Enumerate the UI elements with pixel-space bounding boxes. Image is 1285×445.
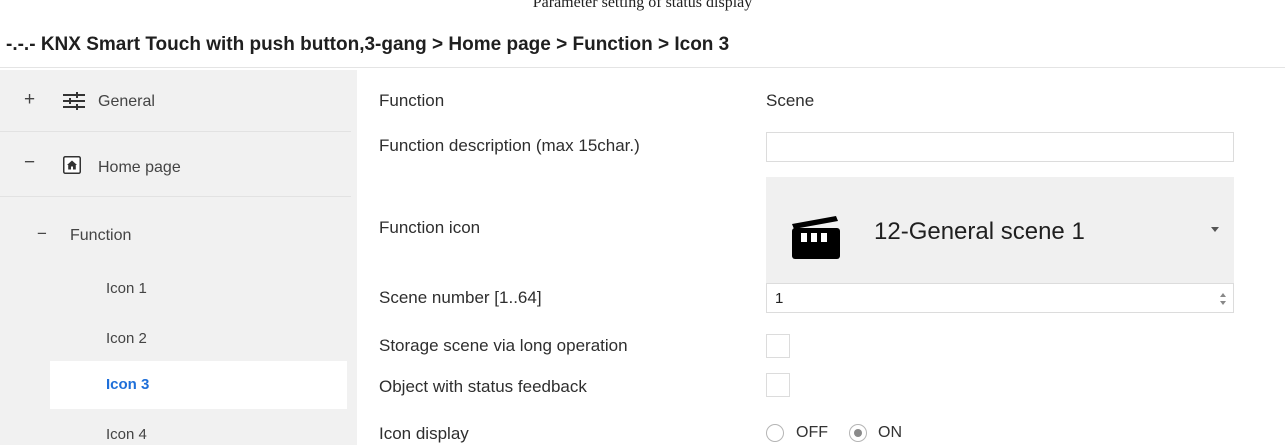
sidebar-item-label: General (98, 93, 155, 110)
sidebar-item-label: Function (70, 227, 132, 244)
status-feedback-checkbox[interactable] (766, 373, 790, 397)
sidebar-item-icon-1[interactable]: Icon 1 (0, 266, 351, 312)
function-icon-dropdown[interactable]: 12-General scene 1 (766, 177, 1234, 294)
radio-off[interactable] (766, 424, 784, 442)
sliders-icon (63, 92, 85, 115)
function-icon-label: Function icon (379, 218, 481, 237)
sidebar-item-icon-2[interactable]: Icon 2 (0, 316, 351, 362)
status-feedback-label: Object with status feedback (379, 377, 587, 396)
radio-on-label[interactable]: ON (878, 424, 902, 442)
scene-number-label: Scene number [1..64] (379, 288, 542, 307)
function-label: Function (379, 91, 445, 110)
scene-number-value: 1 (775, 290, 784, 307)
collapse-icon[interactable]: − (37, 224, 47, 244)
increment-icon[interactable] (1220, 293, 1226, 297)
parameter-panel: Function Scene Function description (max… (357, 70, 1285, 445)
function-value: Scene (766, 91, 815, 110)
expand-icon[interactable]: + (24, 89, 35, 111)
sidebar-item-general[interactable]: + General (0, 70, 351, 132)
function-icon-value: 12-General scene 1 (874, 218, 1085, 245)
radio-off-label[interactable]: OFF (796, 424, 828, 442)
sidebar-item-label: Home page (98, 159, 181, 176)
collapse-icon[interactable]: − (24, 152, 35, 174)
description-field[interactable] (766, 132, 1234, 162)
chevron-down-icon (1211, 227, 1219, 232)
scene-number-stepper[interactable]: 1 (766, 283, 1234, 313)
sidebar-item-icon-4[interactable]: Icon 4 (0, 412, 351, 445)
sidebar-item-label: Icon 4 (106, 426, 147, 443)
breadcrumb: -.-.- KNX Smart Touch with push button,3… (0, 26, 1285, 68)
icon-display-label: Icon display (379, 424, 469, 443)
sidebar-item-label: Icon 2 (106, 330, 147, 347)
decrement-icon[interactable] (1220, 301, 1226, 305)
sidebar-item-icon-3[interactable]: Icon 3 (50, 361, 347, 409)
storage-scene-checkbox[interactable] (766, 334, 790, 358)
figure-caption: Parameter setting of status display (532, 0, 753, 11)
sidebar: + General − Home page − Function Icon 1 … (0, 70, 357, 445)
sidebar-item-home-page[interactable]: − Home page (0, 133, 351, 197)
radio-on[interactable] (849, 424, 867, 442)
sidebar-item-label: Icon 1 (106, 280, 147, 297)
description-label: Function description (max 15char.) (379, 136, 640, 155)
sidebar-item-label: Icon 3 (106, 376, 150, 393)
sidebar-item-function[interactable]: − Function (0, 200, 351, 270)
clapperboard-icon (790, 214, 842, 265)
storage-scene-label: Storage scene via long operation (379, 336, 628, 355)
home-icon (63, 156, 81, 179)
